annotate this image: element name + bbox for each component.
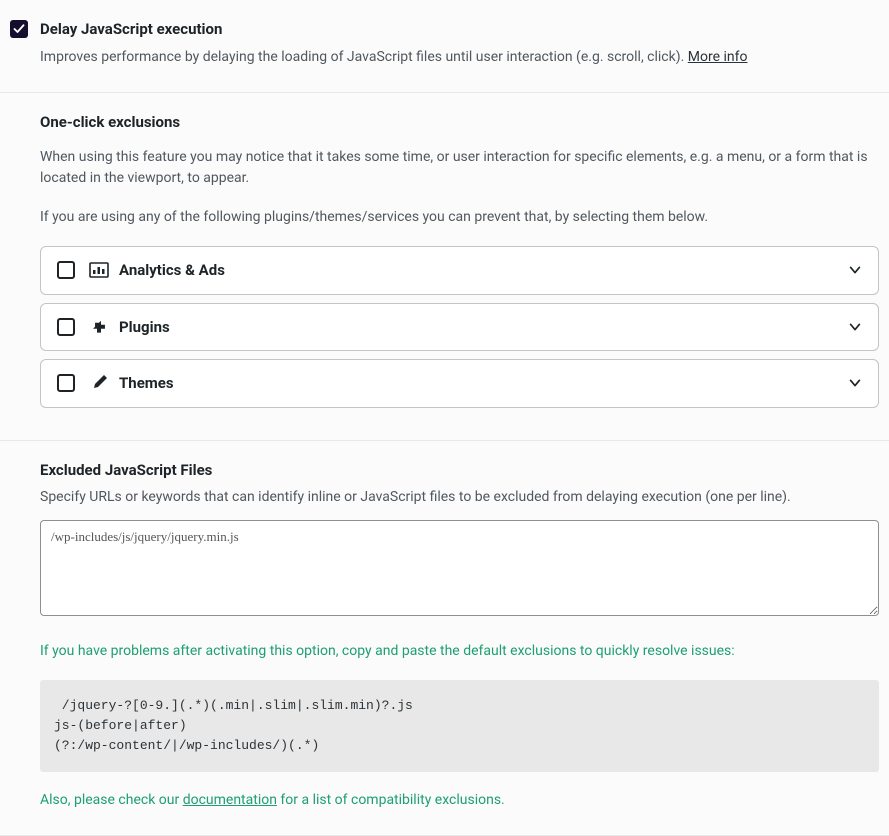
default-exclusions-codeblock: /jquery-?[0-9.](.*)(.min|.slim|.slim.min…	[40, 680, 879, 772]
delay-js-title: Delay JavaScript execution	[40, 18, 222, 41]
accordion-label: Analytics & Ads	[119, 259, 848, 282]
excluded-js-title: Excluded JavaScript Files	[40, 459, 879, 482]
accordion-label: Plugins	[119, 316, 848, 339]
exclusions-title: One-click exclusions	[40, 111, 879, 134]
delay-js-checkbox[interactable]	[10, 20, 28, 38]
delay-js-description: Improves performance by delaying the loa…	[10, 47, 879, 68]
brush-icon	[89, 373, 109, 393]
one-click-exclusions-section: One-click exclusions When using this fea…	[0, 93, 889, 441]
accordion-label: Themes	[119, 372, 848, 395]
documentation-link[interactable]: documentation	[183, 792, 277, 808]
delay-js-section: Delay JavaScript execution Improves perf…	[0, 0, 889, 93]
exclusions-para-2: If you are using any of the following pl…	[40, 207, 879, 228]
chevron-down-icon	[848, 320, 862, 334]
analytics-icon	[89, 260, 109, 280]
excluded-js-textarea[interactable]	[40, 520, 879, 616]
exclusion-accordion-group: Analytics & Ads Plugins Themes	[40, 246, 879, 408]
accordion-checkbox[interactable]	[57, 374, 75, 392]
excluded-js-hint: If you have problems after activating th…	[40, 641, 879, 662]
accordion-analytics-ads[interactable]: Analytics & Ads	[40, 246, 879, 295]
accordion-themes[interactable]: Themes	[40, 359, 879, 408]
excluded-js-docs-note: Also, please check our documentation for…	[40, 790, 879, 811]
exclusions-para-1: When using this feature you may notice t…	[40, 147, 879, 189]
more-info-link[interactable]: More info	[688, 49, 748, 65]
accordion-checkbox[interactable]	[57, 318, 75, 336]
plugin-icon	[89, 317, 109, 337]
accordion-plugins[interactable]: Plugins	[40, 303, 879, 352]
excluded-js-desc: Specify URLs or keywords that can identi…	[40, 487, 879, 508]
accordion-checkbox[interactable]	[57, 261, 75, 279]
excluded-js-section: Excluded JavaScript Files Specify URLs o…	[0, 441, 889, 836]
chevron-down-icon	[848, 376, 862, 390]
checkmark-icon	[13, 23, 25, 35]
chevron-down-icon	[848, 263, 862, 277]
